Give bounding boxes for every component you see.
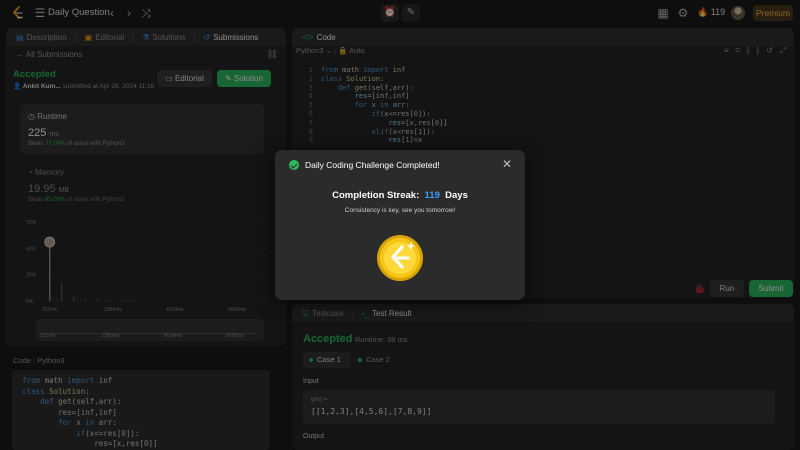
check-circle-icon [289, 160, 299, 170]
modal-header: Daily Coding Challenge Completed! [289, 160, 440, 170]
leetcode-coin-icon [377, 235, 423, 281]
modal-message: Consistency is key, see you tomorrow! [344, 207, 456, 214]
close-icon[interactable]: ✕ [502, 157, 512, 171]
completion-streak: Completion Streak: 119 Days [332, 190, 468, 201]
modal-title: Daily Coding Challenge Completed! [305, 160, 440, 170]
challenge-completed-modal: Daily Coding Challenge Completed! ✕ Comp… [275, 150, 525, 300]
